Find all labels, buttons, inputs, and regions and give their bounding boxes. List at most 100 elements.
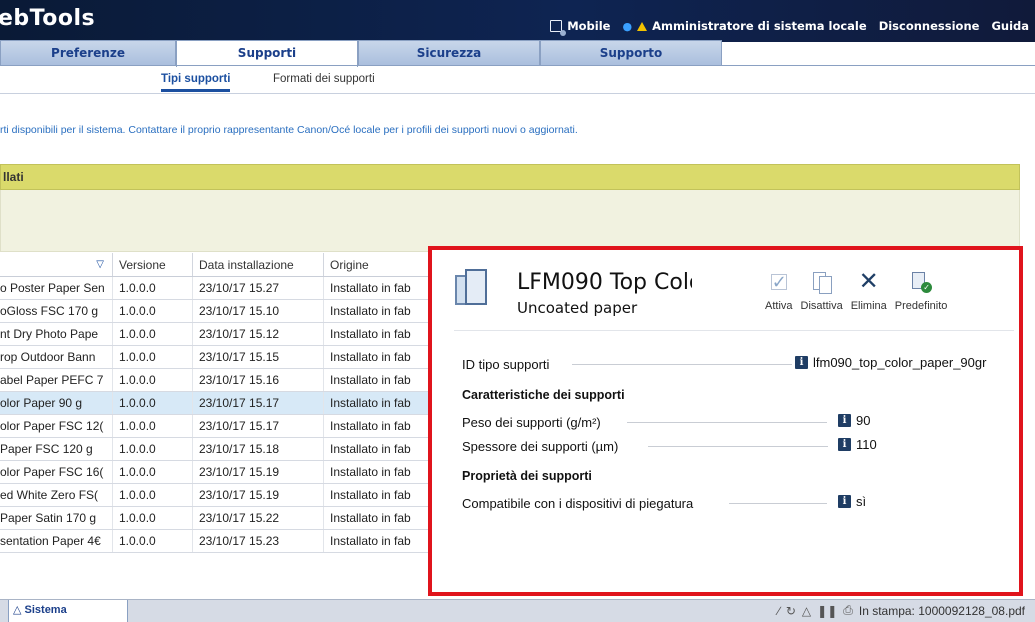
media-document-icon <box>455 269 489 305</box>
deactivate-label: Disattiva <box>800 300 843 312</box>
table-row[interactable]: olor Paper FSC 16(1.0.0.0 23/10/17 15.19 I… <box>0 461 430 484</box>
main-tabs: Preferenze Supporti Sicurezza Supporto <box>0 40 722 67</box>
table-row[interactable]: abel Paper PEFC 7 1.0.0.0 23/10/17 15.16 In… <box>0 369 430 392</box>
pen-icon[interactable]: ∕ <box>778 604 780 618</box>
user-icon: ● <box>622 19 633 33</box>
column-header-version[interactable]: Versione <box>113 253 193 276</box>
cell-version: 1.0.0.0 <box>113 530 193 552</box>
default-label: Predefinito <box>894 300 948 312</box>
panel-separator <box>454 330 1014 331</box>
id-leader-line <box>572 364 792 365</box>
properties-heading: Proprietà dei supporti <box>462 469 592 483</box>
weight-leader-line <box>627 422 827 423</box>
info-icon[interactable]: i <box>838 495 851 508</box>
id-value: lfm090_top_color_paper_90gr <box>813 355 987 370</box>
media-table: ▽ Versione Data installazione Origine o … <box>0 253 430 553</box>
check-icon: ✓ <box>770 272 787 292</box>
column-header-origin[interactable]: Origine <box>324 253 430 276</box>
table-row[interactable]: sentation Paper 4€ 1.0.0.0 23/10/17 15.23 I… <box>0 530 430 553</box>
table-header: ▽ Versione Data installazione Origine <box>0 253 430 277</box>
tab-supporto[interactable]: Supporto <box>540 40 722 66</box>
subtab-tipi-supporti[interactable]: Tipi supporti <box>161 73 231 92</box>
cell-origin: Installato in fab <box>330 396 411 410</box>
sub-tabs: Tipi supporti Formati dei supporti <box>0 66 1035 94</box>
delete-label: Elimina <box>850 300 887 312</box>
thickness-label: Spessore dei supporti (µm) <box>462 438 619 454</box>
table-row[interactable]: o Poster Paper Sen 1.0.0.0 23/10/17 15.27 I… <box>0 277 430 300</box>
table-row[interactable]: rop Outdoor Bann 1.0.0.0 23/10/17 15.15 Ins… <box>0 346 430 369</box>
weight-value: 90 <box>856 413 871 428</box>
cell-name: olor Paper FSC 16( <box>0 461 113 483</box>
top-links: Mobile ● Amministratore di sistema local… <box>550 19 1029 36</box>
deactivate-button[interactable]: Disattiva <box>801 270 843 312</box>
sort-down-icon[interactable]: ▽ <box>96 253 112 276</box>
tab-supporti[interactable]: Supporti <box>176 40 358 67</box>
cell-origin: Installato in fab <box>330 419 411 433</box>
weight-label: Peso dei supporti (g/m²) <box>462 414 601 430</box>
cell-date: 23/10/17 15.16 <box>193 369 324 391</box>
thickness-value: 110 <box>856 437 877 452</box>
admin-link[interactable]: Amministratore di sistema locale <box>652 19 867 33</box>
cell-date: 23/10/17 15.27 <box>193 277 324 299</box>
activate-label: Attiva <box>765 300 793 312</box>
cell-origin: Installato in fab <box>330 534 411 548</box>
default-icon: ✓ <box>912 272 933 293</box>
cell-version: 1.0.0.0 <box>113 300 193 322</box>
close-icon: ✕ <box>858 268 879 295</box>
cell-origin: Installato in fab <box>330 304 411 318</box>
table-row[interactable]: nt Dry Photo Pape 1.0.0.0 23/10/17 15.12 In… <box>0 323 430 346</box>
panel-actions: ✓ Attiva Disattiva ✕ Elimina ✓ Predefini… <box>765 268 955 313</box>
section-toolbar-area <box>0 190 1020 252</box>
printer-icon[interactable]: ⎙ <box>843 603 853 618</box>
mobile-link-group[interactable]: Mobile <box>550 19 610 36</box>
cell-date: 23/10/17 15.19 <box>193 461 324 483</box>
cell-date: 23/10/17 15.17 <box>193 392 324 414</box>
thickness-value-group: i 110 <box>838 437 877 452</box>
cell-version: 1.0.0.0 <box>113 323 193 345</box>
cell-name: olor Paper 90 g <box>0 392 113 414</box>
activate-button[interactable]: ✓ Attiva <box>765 270 793 312</box>
cell-origin: Installato in fab <box>330 488 411 502</box>
cell-name: olor Paper FSC 12( <box>0 415 113 437</box>
column-header-name[interactable]: ▽ <box>0 253 113 276</box>
cell-date: 23/10/17 15.17 <box>193 415 324 437</box>
info-icon[interactable]: i <box>838 414 851 427</box>
folding-value: sì <box>856 494 867 509</box>
network-icon[interactable]: △ <box>802 604 811 618</box>
thickness-leader-line <box>648 446 828 447</box>
table-row[interactable]: ed White Zero FS(1.0.0.0 23/10/17 15.19 In… <box>0 484 430 507</box>
delete-button[interactable]: ✕ Elimina <box>850 268 887 313</box>
pause-icon[interactable]: ❚❚ <box>817 604 837 618</box>
cell-version: 1.0.0.0 <box>113 438 193 460</box>
characteristics-heading: Caratteristiche dei supporti <box>462 388 625 402</box>
default-button[interactable]: ✓ Predefinito <box>894 270 948 312</box>
info-message: rti disponibili per il sistema. Contatta… <box>0 124 578 136</box>
table-row[interactable]: olor Paper FSC 12(1.0.0.0 23/10/17 15.17 I… <box>0 415 430 438</box>
column-header-date[interactable]: Data installazione <box>193 253 324 276</box>
table-row[interactable]: Paper FSC 120 g 1.0.0.0 23/10/17 15.18 Inst… <box>0 438 430 461</box>
section-header[interactable]: llati <box>0 164 1020 190</box>
system-tab[interactable]: △ Sistema <box>8 600 128 622</box>
table-row[interactable]: oGloss FSC 170 g 1.0.0.0 23/10/17 15.10 Ins… <box>0 300 430 323</box>
cell-version: 1.0.0.0 <box>113 461 193 483</box>
logout-link[interactable]: Disconnessione <box>879 19 980 33</box>
info-icon[interactable]: i <box>838 438 851 451</box>
table-row[interactable]: olor Paper 90 g 1.0.0.0 23/10/17 15.17 Inst… <box>0 392 430 415</box>
cell-origin: Installato in fab <box>330 465 411 479</box>
cell-origin: Installato in fab <box>330 327 411 341</box>
subtab-formati-supporti[interactable]: Formati dei supporti <box>273 73 375 85</box>
weight-value-group: i 90 <box>838 413 870 428</box>
tab-preferenze[interactable]: Preferenze <box>0 40 176 66</box>
id-value-group: i lfm090_top_color_paper_90gr <box>795 355 986 370</box>
tab-sicurezza[interactable]: Sicurezza <box>358 40 540 66</box>
cell-origin: Installato in fab <box>330 350 411 364</box>
id-label: ID tipo supporti <box>462 356 550 372</box>
cell-version: 1.0.0.0 <box>113 507 193 529</box>
info-icon[interactable]: i <box>795 356 808 369</box>
refresh-icon[interactable]: ↻ <box>786 604 796 618</box>
admin-link-group[interactable]: ● Amministratore di sistema locale <box>622 19 866 33</box>
help-link[interactable]: Guida <box>991 19 1029 33</box>
deactivate-icon <box>812 272 832 294</box>
table-row[interactable]: Paper Satin 170 g 1.0.0.0 23/10/17 15.22 In… <box>0 507 430 530</box>
mobile-link[interactable]: Mobile <box>567 19 610 33</box>
